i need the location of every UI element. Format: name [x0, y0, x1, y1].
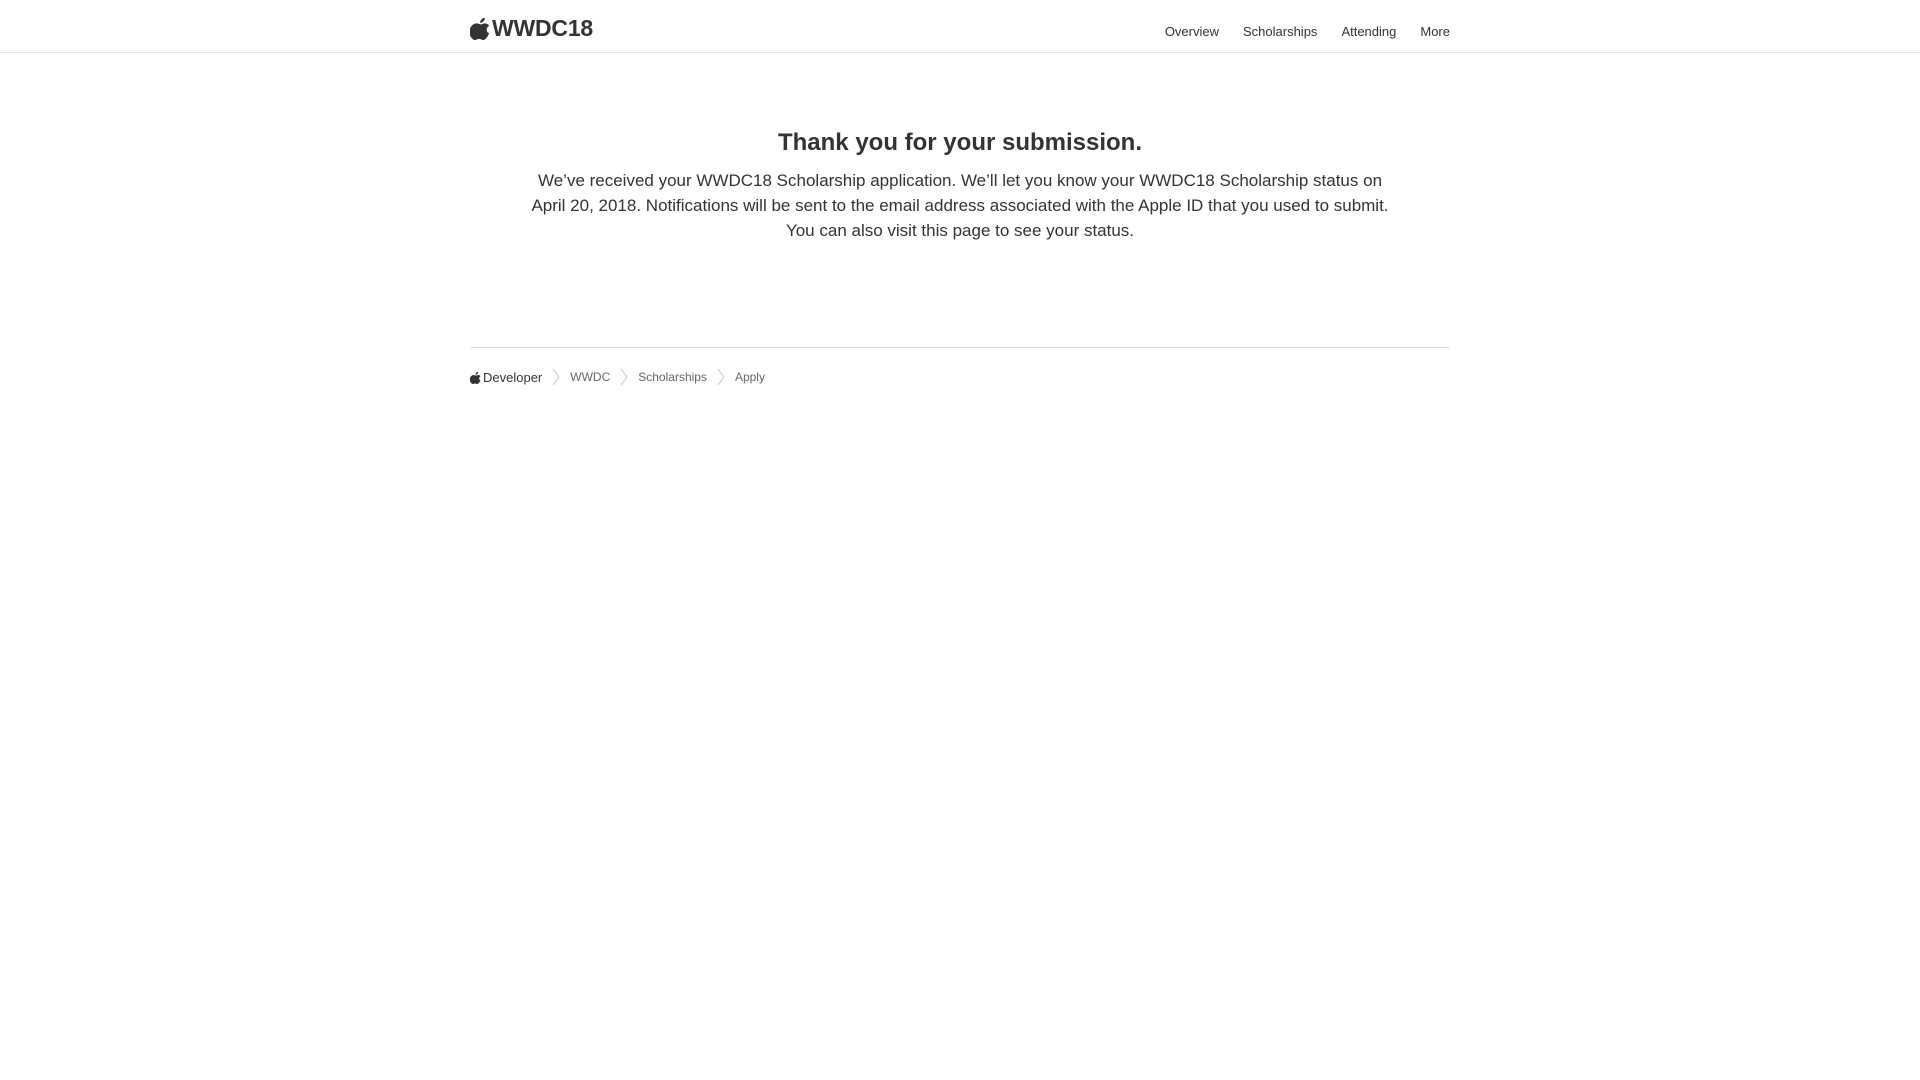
footer: Developer WWDC Scholarships Apply: [470, 347, 1450, 387]
main-nav: Overview Scholarships Attending More: [1141, 0, 1450, 62]
apple-logo-icon: [470, 17, 490, 40]
breadcrumb-apply-current: Apply: [734, 370, 765, 384]
site-title: WWDC18: [492, 14, 594, 41]
nav-attending[interactable]: Attending: [1341, 24, 1396, 39]
wwdc18-home-link[interactable]: WWDC18: [470, 13, 593, 43]
page-title: Thank you for your submission.: [777, 129, 1143, 156]
header-inner: WWDC18 Overview Scholarships Attending M…: [470, 0, 1450, 52]
breadcrumb-developer-link[interactable]: Developer: [470, 370, 542, 385]
breadcrumb: Developer WWDC Scholarships Apply: [470, 367, 1450, 387]
chevron-right-icon: [620, 368, 628, 386]
confirmation-message: We’ve received your WWDC18 Scholarship a…: [531, 171, 1389, 240]
confirmation-section: Thank you for your submission. We’ve rec…: [470, 124, 1450, 243]
breadcrumb-scholarships[interactable]: Scholarships: [638, 370, 707, 384]
nav-more[interactable]: More: [1420, 24, 1450, 39]
chevron-right-icon: [552, 368, 560, 386]
chevron-right-icon: [717, 368, 725, 386]
nav-scholarships[interactable]: Scholarships: [1243, 24, 1317, 39]
breadcrumb-developer-label: Developer: [483, 369, 543, 385]
breadcrumb-wwdc[interactable]: WWDC: [570, 370, 610, 384]
apple-logo-icon: [470, 371, 481, 384]
global-header: WWDC18 Overview Scholarships Attending M…: [0, 0, 1920, 53]
nav-overview[interactable]: Overview: [1165, 24, 1219, 39]
